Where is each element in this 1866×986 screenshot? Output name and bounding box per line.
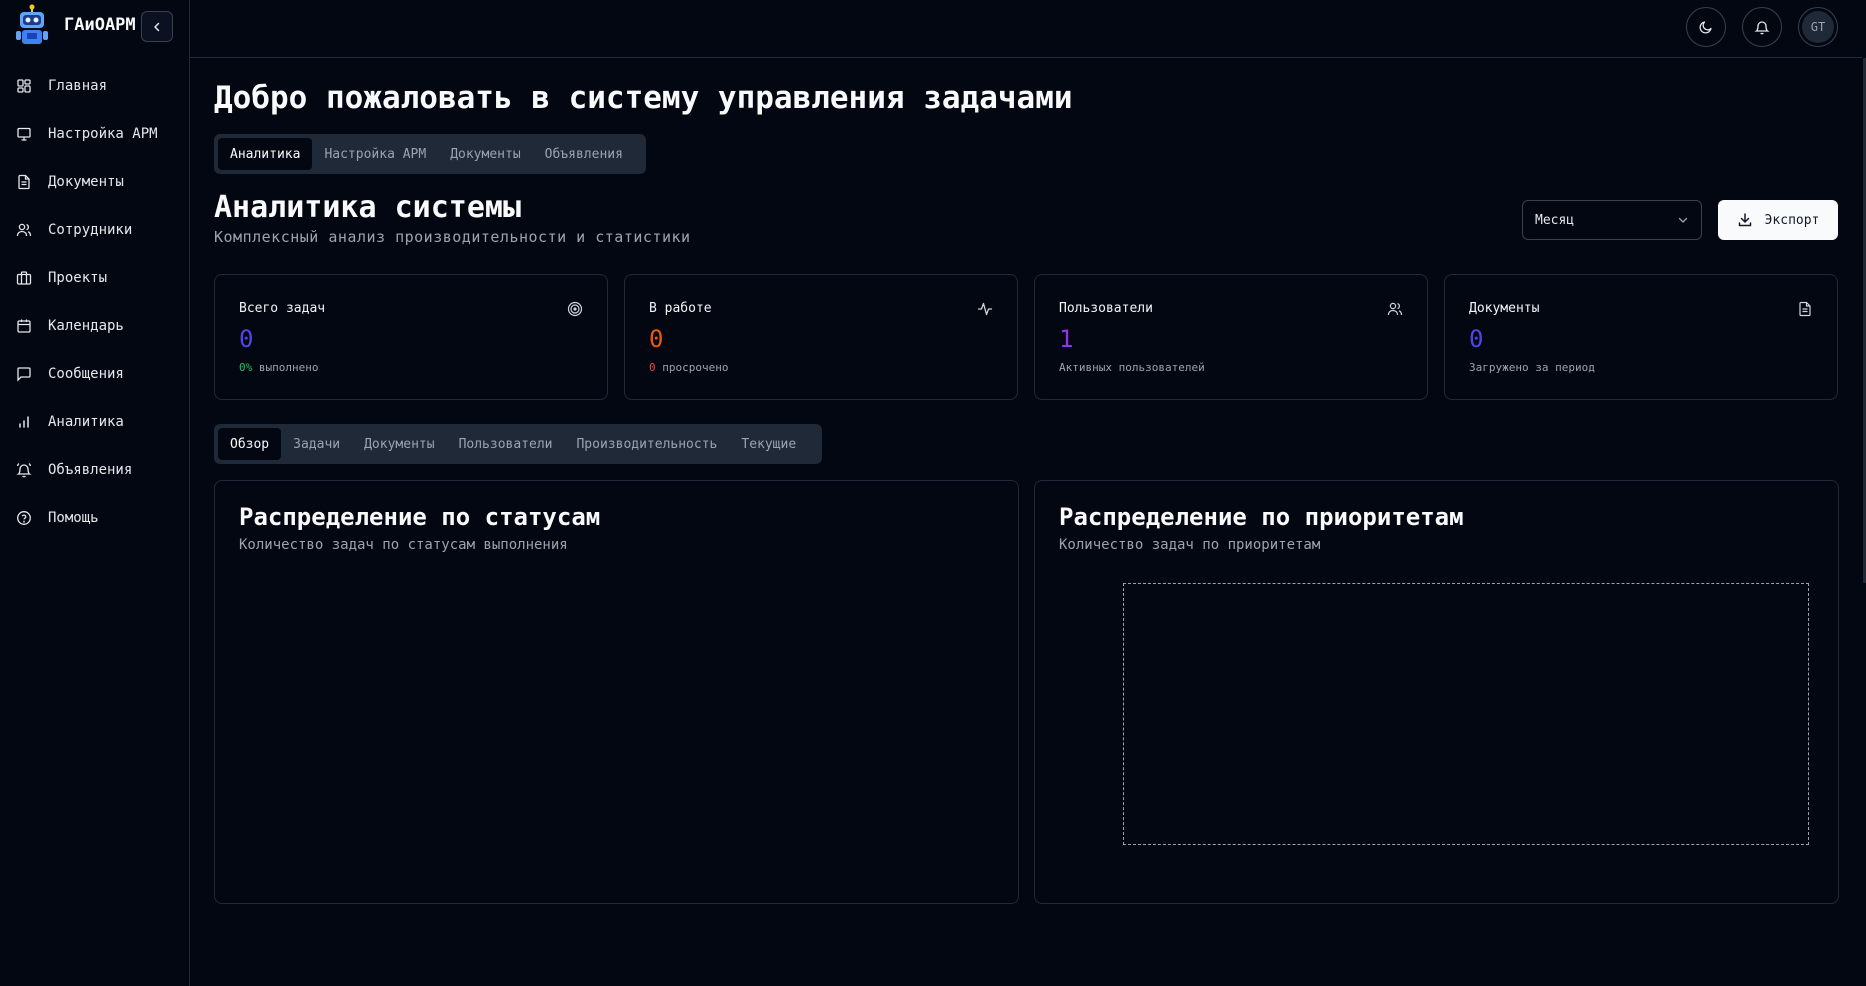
stat-card-documents: Документы 0 Загружено за период <box>1444 274 1838 400</box>
monitor-icon <box>16 126 32 142</box>
panel-title: Распределение по статусам <box>239 503 601 531</box>
stat-card-users: Пользователи 1 Активных пользователей <box>1034 274 1428 400</box>
file-text-icon <box>16 174 32 190</box>
subtab-performance[interactable]: Производительность <box>564 428 729 460</box>
card-label: Пользователи <box>1059 301 1153 316</box>
section-title: Аналитика системы <box>214 190 522 225</box>
tab-analytics[interactable]: Аналитика <box>218 138 313 170</box>
sidebar-item-label: Документы <box>48 174 124 190</box>
bar-chart-icon <box>16 414 32 430</box>
sidebar-item-calendar[interactable]: Календарь <box>0 302 189 350</box>
main-tabs: Аналитика Настройка АРМ Документы Объявл… <box>214 134 646 174</box>
download-icon <box>1738 213 1751 227</box>
subtab-users[interactable]: Пользователи <box>447 428 565 460</box>
chevron-down-icon <box>1678 217 1688 223</box>
sidebar-item-messages[interactable]: Сообщения <box>0 350 189 398</box>
card-footnote-text: Активных пользователей <box>1059 361 1205 374</box>
card-value: 1 <box>1059 325 1074 353</box>
help-circle-icon <box>16 510 32 526</box>
sidebar-item-employees[interactable]: Сотрудники <box>0 206 189 254</box>
sidebar-item-home[interactable]: Главная <box>0 62 189 110</box>
target-icon <box>567 301 583 317</box>
user-avatar[interactable]: GT <box>1798 7 1838 47</box>
card-footnote: 0% выполнено <box>239 361 318 374</box>
sidebar-item-label: Главная <box>48 78 108 94</box>
card-label: Документы <box>1469 301 1540 316</box>
tab-announcements[interactable]: Объявления <box>533 138 635 170</box>
card-footnote-text: выполнено <box>258 361 319 374</box>
card-footnote-text: Загружено за период <box>1469 361 1595 374</box>
card-footnote: Загружено за период <box>1469 361 1595 374</box>
panel-title: Распределение по приоритетам <box>1059 503 1464 531</box>
card-label: В работе <box>649 301 712 316</box>
sidebar-item-label: Помощь <box>48 510 99 526</box>
sidebar-item-analytics[interactable]: Аналитика <box>0 398 189 446</box>
robot-logo-icon[interactable] <box>12 3 52 47</box>
sidebar: ГАиОАРМ Главная Настройка АРМ Документы <box>0 0 190 986</box>
sidebar-item-label: Календарь <box>48 318 124 334</box>
message-square-icon <box>16 366 32 382</box>
page-title: Добро пожаловать в систему управления за… <box>214 80 1073 116</box>
export-button[interactable]: Экспорт <box>1718 200 1838 240</box>
sidebar-item-label: Аналитика <box>48 414 124 430</box>
subtab-current[interactable]: Текущие <box>729 428 808 460</box>
period-select-value: Месяц <box>1535 212 1575 228</box>
sidebar-item-announcements[interactable]: Объявления <box>0 446 189 494</box>
subtab-tasks[interactable]: Задачи <box>281 428 352 460</box>
avatar-initials: GT <box>1802 11 1834 43</box>
tab-documents[interactable]: Документы <box>438 138 532 170</box>
priority-chart-area <box>1123 583 1809 845</box>
period-select[interactable]: Месяц <box>1522 200 1702 240</box>
card-footnote-accent: 0% <box>239 361 253 374</box>
theme-toggle-button[interactable] <box>1686 7 1726 47</box>
app-name[interactable]: ГАиОАРМ <box>64 15 136 35</box>
priority-distribution-panel: Распределение по приоритетам Количество … <box>1034 480 1839 904</box>
file-icon <box>1799 301 1811 317</box>
sidebar-item-label: Объявления <box>48 462 133 478</box>
users-icon <box>16 222 32 238</box>
tab-arm-settings[interactable]: Настройка АРМ <box>312 138 438 170</box>
subtab-overview[interactable]: Обзор <box>218 428 282 460</box>
panel-subtitle: Количество задач по статусам выполнения <box>239 537 568 553</box>
sidebar-item-label: Настройка АРМ <box>48 126 158 142</box>
users-icon <box>1387 302 1403 316</box>
activity-icon <box>977 302 993 316</box>
sidebar-item-label: Сообщения <box>48 366 124 382</box>
bell-icon <box>1754 21 1770 35</box>
sidebar-item-label: Сотрудники <box>48 222 133 238</box>
dashboard-grid-icon <box>16 78 32 94</box>
card-footnote-text: просрочено <box>662 361 729 374</box>
section-subtitle: Комплексный анализ производительности и … <box>214 228 691 246</box>
moon-icon <box>1699 21 1712 34</box>
topbar: GT <box>190 0 1866 58</box>
analytics-subtabs: Обзор Задачи Документы Пользователи Прои… <box>214 424 822 464</box>
status-distribution-panel: Распределение по статусам Количество зад… <box>214 480 1019 904</box>
card-value: 0 <box>239 325 254 353</box>
bell-ring-icon <box>16 462 32 478</box>
sidebar-item-label: Проекты <box>48 270 108 286</box>
chevron-left-icon <box>154 22 160 31</box>
subtab-documents[interactable]: Документы <box>352 428 446 460</box>
card-footnote: 0 просрочено <box>649 361 728 374</box>
card-value: 0 <box>1469 325 1484 353</box>
calendar-icon <box>16 318 32 334</box>
sidebar-item-documents[interactable]: Документы <box>0 158 189 206</box>
sidebar-nav: Главная Настройка АРМ Документы Сотрудни… <box>0 62 189 542</box>
brand: ГАиОАРМ <box>0 0 189 50</box>
export-label: Экспорт <box>1764 212 1820 228</box>
sidebar-item-arm-settings[interactable]: Настройка АРМ <box>0 110 189 158</box>
card-value: 0 <box>649 325 664 353</box>
briefcase-icon <box>16 270 32 286</box>
stat-card-in-progress: В работе 0 0 просрочено <box>624 274 1018 400</box>
stat-card-total-tasks: Всего задач 0 0% выполнено <box>214 274 608 400</box>
sidebar-item-projects[interactable]: Проекты <box>0 254 189 302</box>
card-label: Всего задач <box>239 301 326 316</box>
sidebar-item-help[interactable]: Помощь <box>0 494 189 542</box>
panel-subtitle: Количество задач по приоритетам <box>1059 537 1321 553</box>
notifications-button[interactable] <box>1742 7 1782 47</box>
card-footnote: Активных пользователей <box>1059 361 1205 374</box>
card-footnote-accent: 0 <box>649 361 656 374</box>
sidebar-collapse-button[interactable] <box>141 11 173 42</box>
